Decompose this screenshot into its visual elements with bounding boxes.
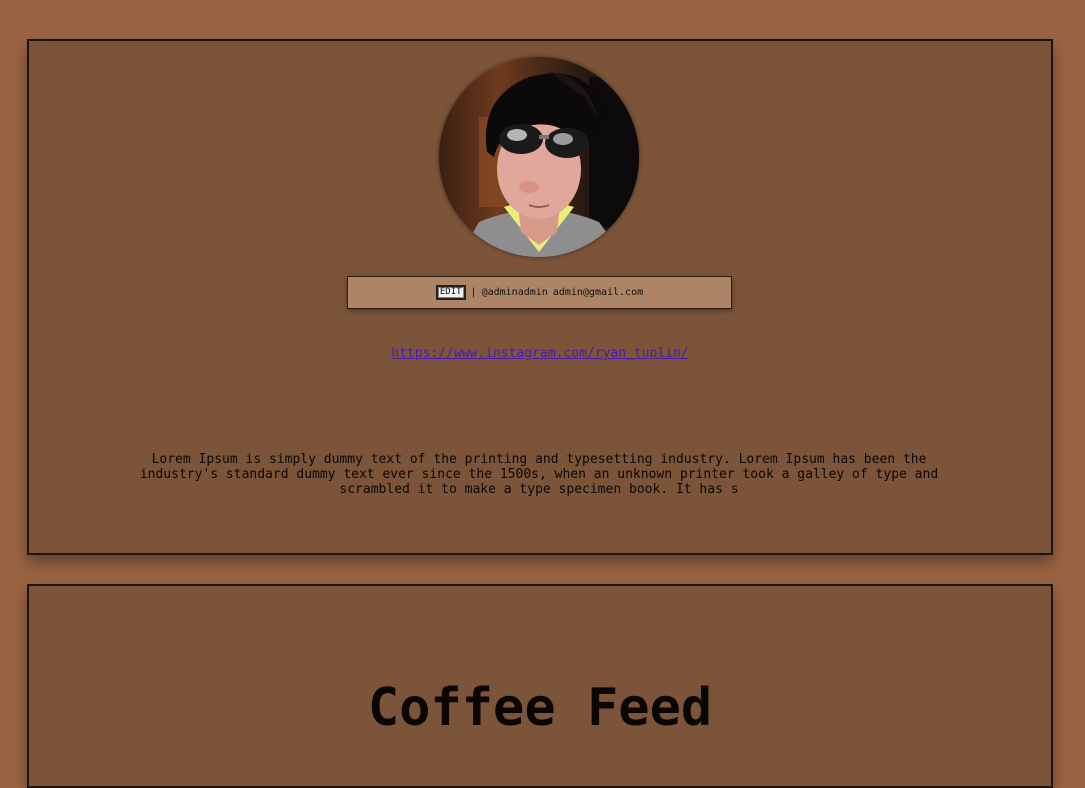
profile-link-container: https://www.instagram.com/ryan_tuplin/ [29, 346, 1051, 361]
separator: | [470, 287, 477, 298]
user-email: admin@gmail.com [552, 287, 644, 298]
profile-bio: Lorem Ipsum is simply dummy text of the … [139, 452, 939, 497]
avatar-image [439, 57, 639, 257]
feed-title: Coffee Feed [367, 678, 713, 738]
profile-info-bar: EDIT | @adminadmin admin@gmail.com [347, 276, 732, 309]
profile-avatar [439, 57, 639, 257]
coffee-feed-card: Coffee Feed [27, 584, 1053, 788]
edit-button[interactable]: EDIT [435, 285, 466, 300]
profile-card: EDIT | @adminadmin admin@gmail.com https… [27, 39, 1053, 555]
instagram-link[interactable]: https://www.instagram.com/ryan_tuplin/ [391, 346, 688, 361]
user-handle: @adminadmin [481, 287, 548, 298]
